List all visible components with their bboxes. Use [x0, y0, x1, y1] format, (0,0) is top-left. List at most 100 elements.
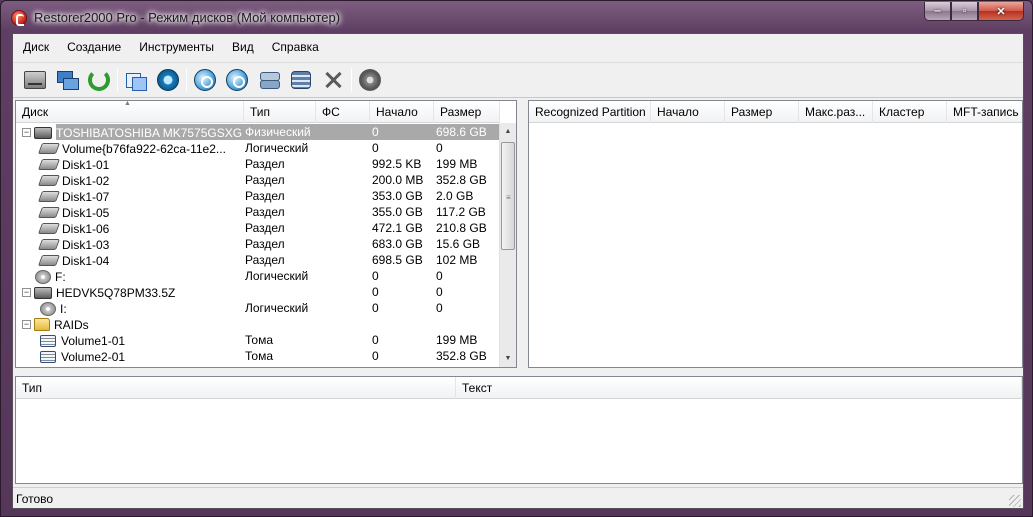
disk-tree-row[interactable]: Disk1-03 Раздел 683.0 GB 15.6 GB	[16, 236, 500, 252]
hard-drive-icon	[37, 255, 61, 266]
maximize-button[interactable]: ▫	[951, 2, 978, 21]
partition-pane[interactable]: Recognized Partition Начало Размер Макс.…	[528, 100, 1023, 368]
col-part-size[interactable]: Размер	[725, 101, 799, 123]
find-button[interactable]	[189, 65, 221, 95]
window-title: Restorer2000 Pro - Режим дисков (Мой ком…	[34, 10, 341, 25]
close-button[interactable]: ✕	[978, 2, 1024, 21]
disk-tree-row[interactable]: I: Логический 0 0	[16, 300, 500, 316]
app-logo-icon[interactable]	[11, 10, 27, 26]
row-fs	[316, 300, 370, 316]
settings-button[interactable]	[354, 65, 386, 95]
menu-help[interactable]: Справка	[262, 38, 327, 58]
hard-drive-icon	[37, 223, 61, 234]
disk-tree-pane[interactable]: Диск ▲ Тип ФС Начало Размер − TOSHIBATOSHI…	[15, 100, 517, 368]
row-fs	[316, 140, 370, 156]
col-type[interactable]: Тип	[244, 101, 316, 123]
col-part-start[interactable]: Начало	[651, 101, 725, 123]
scroll-thumb[interactable]: ≡	[501, 142, 515, 250]
col-log-type-label: Тип	[22, 381, 43, 395]
disk-tree-row[interactable]: Disk1-07 Раздел 353.0 GB 2.0 GB	[16, 188, 500, 204]
col-disk-label: Диск	[22, 105, 49, 119]
close-icon	[323, 70, 343, 90]
row-start: 698.5 GB	[372, 253, 423, 267]
disk-tree-row[interactable]: Disk1-04 Раздел 698.5 GB 102 MB	[16, 252, 500, 268]
collapse-toggle-icon[interactable]: −	[22, 128, 31, 137]
hard-drive-icon	[37, 191, 61, 202]
col-max-size[interactable]: Макс.раз...	[799, 101, 873, 123]
row-name: TOSHIBATOSHIBA MK7575GSXG...	[56, 125, 242, 140]
scan-button[interactable]	[152, 65, 184, 95]
col-log-text[interactable]: Текст	[456, 377, 1022, 399]
disk-tree-row[interactable]: Disk1-02 Раздел 200.0 MB 352.8 GB	[16, 172, 500, 188]
optical-drive-icon	[40, 301, 56, 316]
col-log-type[interactable]: Тип	[16, 377, 456, 399]
menu-tools[interactable]: Инструменты	[129, 38, 222, 58]
row-name: RAIDs	[54, 317, 89, 332]
row-name-cell: Disk1-04	[16, 252, 242, 268]
collapse-toggle-icon[interactable]: −	[22, 288, 31, 297]
row-name-cell: Disk1-03	[16, 236, 242, 252]
col-mft-record[interactable]: MFT-запись	[947, 101, 1022, 123]
row-start: 992.5 KB	[372, 157, 422, 171]
folder-icon	[34, 318, 50, 331]
vertical-splitter[interactable]	[518, 100, 527, 368]
network-drive-icon	[56, 70, 79, 90]
remove-button[interactable]	[317, 65, 349, 95]
row-name: Disk1-06	[62, 221, 110, 236]
row-start	[370, 316, 434, 332]
log-pane[interactable]: Тип Текст	[15, 376, 1023, 484]
disk-tree-row[interactable]: F: Логический 0 0	[16, 268, 500, 284]
col-size[interactable]: Размер	[434, 101, 500, 123]
col-fs[interactable]: ФС	[316, 101, 370, 123]
menu-create[interactable]: Создание	[57, 38, 129, 58]
stack-button[interactable]	[253, 65, 285, 95]
menu-view[interactable]: Вид	[222, 38, 262, 58]
find-alt-button[interactable]	[221, 65, 253, 95]
row-size: 2.0 GB	[436, 189, 474, 203]
row-fs	[316, 220, 370, 236]
row-name: Disk1-02	[62, 173, 110, 188]
refresh-button[interactable]	[83, 65, 115, 95]
row-type: Раздел	[245, 221, 285, 235]
col-disk[interactable]: Диск ▲	[16, 101, 244, 123]
hard-drive-icon	[37, 207, 61, 218]
collapse-toggle-icon[interactable]: −	[22, 320, 31, 329]
hard-drive-icon	[37, 159, 61, 170]
client-area: Диск Создание Инструменты Вид Справка Ди…	[12, 33, 1024, 509]
toolbar	[13, 62, 1023, 96]
network-drive-button[interactable]	[51, 65, 83, 95]
copy-button[interactable]	[120, 65, 152, 95]
minimize-button[interactable]: ‒	[924, 2, 951, 21]
col-fs-label: ФС	[322, 105, 340, 119]
local-drive-button[interactable]	[19, 65, 51, 95]
scroll-up-button[interactable]: ▲	[500, 123, 516, 140]
row-fs	[316, 124, 370, 140]
row-name: Volume1-01	[61, 333, 126, 348]
disk-tree-row[interactable]: Disk1-06 Раздел 472.1 GB 210.8 GB	[16, 220, 500, 236]
row-name: Disk1-01	[62, 157, 110, 172]
row-type: Тома	[245, 333, 273, 347]
disk-array-button[interactable]	[285, 65, 317, 95]
disk-tree-row[interactable]: Disk1-05 Раздел 355.0 GB 117.2 GB	[16, 204, 500, 220]
col-recognized-partition[interactable]: Recognized Partition	[529, 101, 651, 123]
disk-tree-row[interactable]: − HEDVK5Q78PM33.5Z 0 0	[16, 284, 500, 300]
row-name: Disk1-03	[62, 237, 110, 252]
col-start[interactable]: Начало	[370, 101, 434, 123]
disk-tree-scrollbar[interactable]: ▲ ≡ ▼	[499, 123, 516, 367]
disk-tree-row[interactable]: Volume1-01 Тома 0 199 MB	[16, 332, 500, 348]
menu-disk[interactable]: Диск	[13, 38, 57, 58]
title-bar[interactable]: Restorer2000 Pro - Режим дисков (Мой ком…	[1, 1, 1032, 33]
disk-tree-row[interactable]: Disk1-01 Раздел 992.5 KB 199 MB	[16, 156, 500, 172]
row-fs	[316, 284, 370, 300]
col-cluster[interactable]: Кластер	[873, 101, 947, 123]
row-fs	[316, 188, 370, 204]
scroll-down-button[interactable]: ▼	[500, 350, 516, 367]
local-drive-icon	[24, 70, 46, 89]
disk-tree-row[interactable]: Volume2-01 Тома 0 352.8 GB	[16, 348, 500, 364]
row-name-cell: Disk1-06	[16, 220, 242, 236]
disk-table-header: Диск ▲ Тип ФС Начало Размер	[16, 101, 500, 123]
disk-tree-row[interactable]: − TOSHIBATOSHIBA MK7575GSXG... Физический 0…	[16, 124, 500, 140]
disk-tree-row[interactable]: Volume{b76fa922-62ca-11e2... Логический 0 0	[16, 140, 500, 156]
disk-tree-row[interactable]: − RAIDs	[16, 316, 500, 332]
resize-grip-icon[interactable]	[1009, 495, 1021, 507]
